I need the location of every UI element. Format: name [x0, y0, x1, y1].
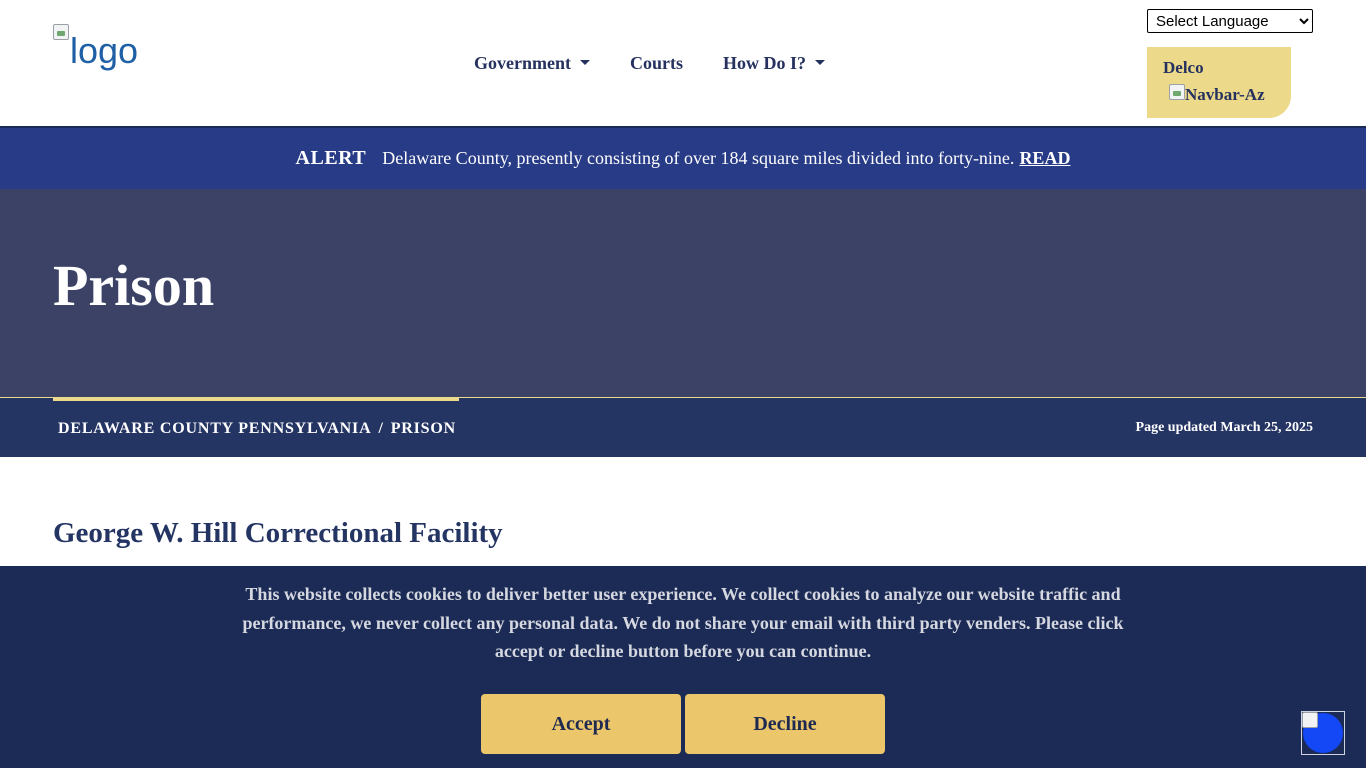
breadcrumb-separator: / [378, 420, 384, 437]
page-hero: Prison [0, 189, 1366, 397]
delco-az-link[interactable]: Delco Navbar-Az [1147, 47, 1291, 118]
breadcrumb: DELAWARE COUNTY PENNSYLVANIA / PRISON [58, 420, 456, 438]
chevron-down-icon [815, 59, 825, 65]
broken-image-icon [1302, 712, 1318, 728]
breadcrumb-bar: DELAWARE COUNTY PENNSYLVANIA / PRISON Pa… [0, 397, 1366, 457]
page-title: Prison [53, 253, 215, 318]
main-nav: Government Courts How Do I? [474, 52, 825, 74]
alert-bar: ALERT Delaware County, presently consist… [0, 126, 1366, 189]
navbar-az-image: Navbar-Az [1169, 84, 1265, 105]
navbar-az-alt-text: Navbar-Az [1185, 85, 1265, 104]
breadcrumb-current: PRISON [390, 420, 456, 437]
nav-item-courts[interactable]: Courts [630, 53, 683, 74]
decline-cookies-button[interactable]: Decline [685, 694, 885, 754]
breadcrumb-home-link[interactable]: DELAWARE COUNTY PENNSYLVANIA [58, 420, 371, 438]
site-logo[interactable]: logo [53, 23, 163, 75]
chevron-down-icon [579, 59, 590, 65]
logo-alt-text: logo [70, 30, 139, 71]
nav-item-label: Government [474, 52, 571, 73]
delco-label: Delco [1163, 58, 1204, 77]
site-header: logo Government Courts How Do I? Select … [0, 0, 1366, 126]
breadcrumb-accent-line [53, 397, 459, 401]
accept-cookies-button[interactable]: Accept [481, 694, 681, 754]
alert-text: Delaware County, presently consisting of… [382, 148, 1015, 168]
broken-image-icon [53, 24, 69, 40]
cookie-message: This website collects cookies to deliver… [242, 584, 1124, 662]
nav-item-government[interactable]: Government [474, 53, 590, 74]
alert-read-link[interactable]: READ [1019, 148, 1070, 169]
section-heading: George W. Hill Correctional Facility [53, 517, 503, 549]
alert-label: ALERT [295, 147, 367, 169]
nav-item-how-do-i[interactable]: How Do I? [723, 53, 825, 74]
language-select[interactable]: Select Language [1147, 9, 1313, 33]
nav-item-label: Courts [629, 52, 683, 73]
cookie-banner: This website collects cookies to deliver… [0, 566, 1366, 768]
accessibility-widget-button[interactable] [1301, 711, 1345, 755]
nav-item-label: How Do I? [722, 52, 806, 73]
broken-image-icon [1169, 84, 1185, 100]
page-updated-date: Page updated March 25, 2025 [1135, 420, 1313, 435]
